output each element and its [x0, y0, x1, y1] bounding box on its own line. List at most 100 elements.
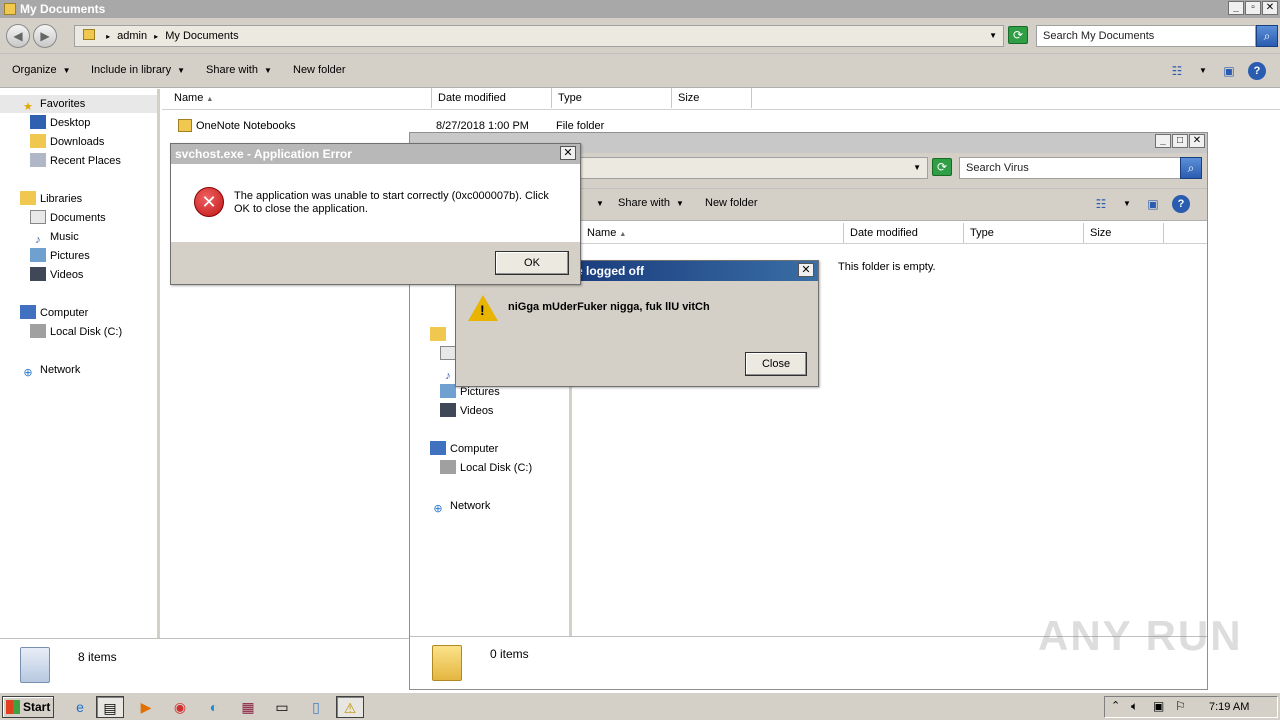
ok-button[interactable]: OK — [495, 251, 569, 275]
nav-downloads[interactable]: Downloads — [30, 133, 104, 151]
search-input[interactable]: Search My Documents — [1036, 25, 1256, 47]
videos-icon — [440, 403, 456, 417]
computer-icon — [20, 305, 36, 319]
music-icon: ♪ — [35, 234, 41, 246]
desktop-icon — [30, 115, 46, 129]
close-button[interactable]: Close — [745, 352, 807, 376]
forward-button[interactable]: ▶ — [33, 24, 57, 48]
chevron-up-icon[interactable]: ⌃ — [1111, 699, 1120, 712]
close-button[interactable]: ✕ — [1189, 134, 1205, 148]
nav-network[interactable]: ⊕ Network — [20, 361, 80, 379]
libraries-icon — [430, 327, 446, 341]
chevron-down-icon[interactable]: ▼ — [989, 26, 997, 46]
nav-local-disk[interactable]: Local Disk (C:) — [440, 459, 532, 477]
nav-recent-places[interactable]: Recent Places — [30, 152, 121, 170]
chevron-down-icon[interactable]: ▼ — [1194, 62, 1212, 80]
include-in-library-button[interactable]: Include in library ▼ — [91, 64, 185, 76]
organize-caret[interactable]: ▼ — [590, 197, 604, 209]
preview-pane-icon[interactable]: ▣ — [1220, 62, 1238, 80]
item-count: 8 items — [78, 650, 117, 664]
column-header-date[interactable]: Date modified — [432, 88, 552, 108]
column-header-size[interactable]: Size — [1084, 223, 1164, 243]
warning-icon: ! — [468, 295, 498, 321]
nav-computer[interactable]: Computer — [430, 440, 498, 458]
preview-pane-icon[interactable]: ▣ — [1144, 195, 1162, 213]
network-icon: ⊕ — [433, 503, 443, 515]
nav-documents[interactable]: Documents — [30, 209, 106, 227]
application-error-dialog: svchost.exe - Application Error ✕ ✕ The … — [170, 143, 581, 285]
nav-libraries-icon-stub[interactable] — [430, 326, 450, 344]
maximize-button[interactable]: ▫ — [1245, 1, 1261, 15]
refresh-button[interactable]: ⟳ — [1008, 26, 1028, 44]
edge-icon[interactable]: ◐ — [200, 696, 228, 718]
nav-libraries[interactable]: Libraries — [20, 190, 82, 208]
nav-desktop[interactable]: Desktop — [30, 114, 90, 132]
nav-computer[interactable]: Computer — [20, 304, 88, 322]
flag-icon[interactable]: ⚐ — [1175, 699, 1186, 713]
chevron-down-icon[interactable]: ▼ — [1118, 195, 1136, 213]
chevron-down-icon[interactable]: ▼ — [913, 158, 921, 178]
column-header-name[interactable]: Name ▲ — [581, 223, 844, 243]
winrar-icon[interactable]: ▦ — [234, 696, 262, 718]
item-count: 0 items — [490, 647, 529, 661]
network-tray-icon[interactable]: ▣ — [1153, 699, 1164, 713]
nav-videos[interactable]: Videos — [440, 402, 493, 420]
empty-folder-text: This folder is empty. — [838, 261, 936, 273]
new-folder-button[interactable]: New folder — [293, 64, 346, 76]
clock[interactable]: 7:19 AM — [1209, 701, 1249, 713]
dialog-title-bar[interactable]: svchost.exe - Application Error ✕ — [171, 144, 580, 164]
column-header-size[interactable]: Size — [672, 88, 752, 108]
nav-local-disk[interactable]: Local Disk (C:) — [30, 323, 122, 341]
view-options-icon[interactable]: ☷ — [1092, 195, 1110, 213]
pictures-icon — [440, 384, 456, 398]
volume-icon[interactable]: 🔈︎ — [1131, 699, 1138, 714]
search-icon[interactable]: ⌕ — [1256, 25, 1278, 47]
help-icon[interactable]: ? — [1172, 195, 1190, 213]
search-input[interactable]: Search Virus — [959, 157, 1181, 179]
column-header-type[interactable]: Type — [552, 88, 672, 108]
start-button[interactable]: Start — [2, 696, 54, 718]
column-header-type[interactable]: Type — [964, 223, 1084, 243]
windows-logo-icon — [6, 700, 20, 714]
folder-icon — [83, 29, 95, 40]
share-with-button[interactable]: Share with ▼ — [618, 197, 684, 209]
close-button[interactable]: ✕ — [1262, 1, 1278, 15]
warning-taskbar-icon[interactable]: ⚠ — [336, 696, 364, 718]
close-icon[interactable]: ✕ — [798, 263, 814, 277]
column-header-name[interactable]: Name ▲ — [168, 88, 432, 108]
libraries-icon — [20, 191, 36, 205]
command-bar: Organize ▼ Include in library ▼ Share with… — [0, 54, 1280, 88]
media-player-icon[interactable]: ▶ — [132, 696, 160, 718]
new-folder-button[interactable]: New folder — [705, 197, 758, 209]
breadcrumb-admin[interactable]: admin — [117, 30, 147, 42]
nav-music[interactable]: ♪ Music — [30, 228, 78, 246]
maximize-button[interactable]: □ — [1172, 134, 1188, 148]
nav-network[interactable]: ⊕ Network — [430, 497, 490, 515]
column-header-date[interactable]: Date modified — [844, 223, 964, 243]
window-taskbar-icon[interactable]: ▭ — [268, 696, 296, 718]
videos-icon — [30, 267, 46, 281]
internet-explorer-icon[interactable]: e — [66, 696, 94, 718]
search-icon[interactable]: ⌕ — [1180, 157, 1202, 179]
explorer-taskbar-icon[interactable]: ▤ — [96, 696, 124, 718]
taskbar: Start e ▤ ▶ ◉ ◐ ▦ ▭ ▯ ⚠ ⌃ 🔈︎ ▣ ⚐ 7:19 AM — [0, 692, 1280, 720]
back-button[interactable]: ◀ — [6, 24, 30, 48]
help-icon[interactable]: ? — [1248, 62, 1266, 80]
nav-favorites[interactable]: ★ Favorites — [0, 95, 157, 113]
minimize-button[interactable]: _ — [1155, 134, 1171, 148]
organize-button[interactable]: Organize ▼ — [12, 64, 71, 76]
refresh-button[interactable]: ⟳ — [932, 158, 952, 176]
share-with-button[interactable]: Share with ▼ — [206, 64, 272, 76]
notepad-icon[interactable]: ▯ — [302, 696, 330, 718]
folder-icon — [4, 3, 16, 15]
title-bar[interactable]: My Documents _ ▫ ✕ — [0, 0, 1280, 18]
nav-pictures[interactable]: Pictures — [30, 247, 90, 265]
nav-videos[interactable]: Videos — [30, 266, 83, 284]
chrome-icon[interactable]: ◉ — [166, 696, 194, 718]
close-icon[interactable]: ✕ — [560, 146, 576, 160]
navigation-pane: ★ Favorites Desktop Downloads Recent Plac… — [0, 89, 160, 639]
minimize-button[interactable]: _ — [1228, 1, 1244, 15]
breadcrumb-my-documents[interactable]: My Documents — [165, 30, 238, 42]
view-options-icon[interactable]: ☷ — [1168, 62, 1186, 80]
address-bar[interactable]: ▸ admin ▸ My Documents ▼ — [74, 25, 1004, 47]
